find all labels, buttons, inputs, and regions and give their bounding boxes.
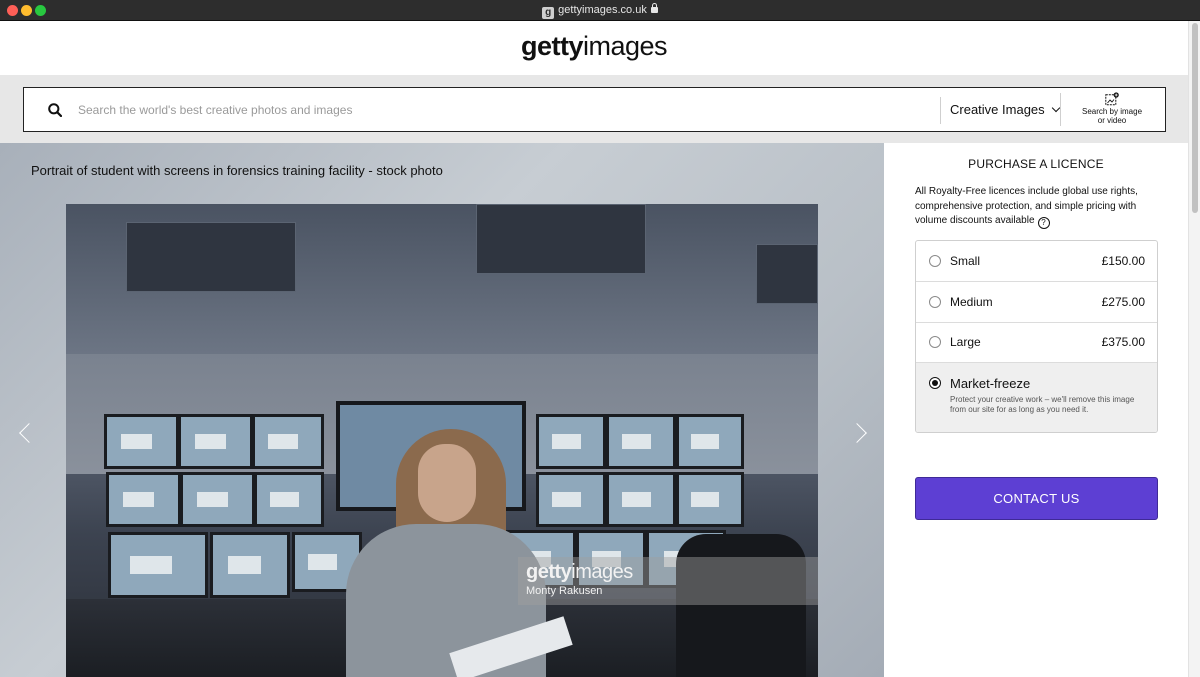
licence-option-market-freeze[interactable]: Market-freeze Protect your creative work… <box>916 363 1157 432</box>
search-bar: Creative Images Search by image or video <box>23 87 1166 132</box>
page-scrollbar[interactable] <box>1188 21 1200 677</box>
licence-option-medium[interactable]: Medium £275.00 <box>916 282 1157 323</box>
licence-description: All Royalty-Free licences include global… <box>915 186 1138 229</box>
lock-icon <box>650 3 658 13</box>
monitor <box>676 472 744 527</box>
licence-label: Small <box>950 254 981 268</box>
radio-button[interactable] <box>929 296 941 308</box>
radio-button[interactable] <box>929 336 941 348</box>
search-by-image-sublabel: or video <box>1097 116 1127 125</box>
monitor <box>676 414 744 469</box>
market-freeze-description: Protect your creative work – we'll remov… <box>950 395 1135 414</box>
previous-image-arrow-icon[interactable] <box>19 423 39 443</box>
watermark-logo: gettyimages <box>526 561 633 583</box>
search-input[interactable] <box>78 98 928 122</box>
monitor <box>104 414 179 469</box>
search-icon[interactable] <box>48 103 62 117</box>
site-header: gettyimages <box>0 21 1188 75</box>
monitor <box>536 414 606 469</box>
getty-favicon-icon: g <box>542 7 555 19</box>
address-bar[interactable]: g gettyimages.co.uk <box>0 3 1200 19</box>
radio-button-selected[interactable] <box>929 377 941 389</box>
monitor <box>252 414 324 469</box>
search-divider <box>940 97 941 124</box>
image-viewer: Portrait of student with screens in fore… <box>0 143 884 677</box>
licence-option-large[interactable]: Large £375.00 <box>916 322 1157 363</box>
next-image-arrow-icon[interactable] <box>847 423 867 443</box>
gettyimages-logo[interactable]: gettyimages <box>521 31 668 62</box>
search-by-image-label: Search by image <box>1081 107 1143 116</box>
licence-price: £275.00 <box>1101 295 1145 309</box>
photo-chair <box>676 534 806 677</box>
licence-options: Small £150.00 Medium £275.00 Large £375.… <box>915 240 1158 433</box>
page: gettyimages Creative Images <box>0 21 1188 677</box>
ceiling-vent <box>476 204 646 274</box>
contact-us-button[interactable]: CONTACT US <box>915 477 1158 520</box>
help-icon[interactable]: ? <box>1037 217 1050 229</box>
getty-watermark: gettyimages Monty Rakusen <box>518 557 818 605</box>
photographer-credit: Monty Rakusen <box>526 585 603 597</box>
monitor <box>606 414 676 469</box>
monitor <box>178 414 253 469</box>
licence-label: Market-freeze <box>950 376 1031 391</box>
licence-label: Medium <box>950 295 993 309</box>
url-text: gettyimages.co.uk <box>558 4 647 16</box>
ceiling-vent <box>126 222 296 292</box>
monitor <box>254 472 324 527</box>
purchase-title: PURCHASE A LICENCE <box>968 157 1104 171</box>
chevron-down-icon <box>1051 103 1060 113</box>
image-search-icon <box>1105 92 1119 106</box>
image-title: Portrait of student with screens in fore… <box>31 163 443 178</box>
monitor <box>180 472 255 527</box>
licence-price: £375.00 <box>1101 335 1145 349</box>
scrollbar-thumb[interactable] <box>1192 23 1198 213</box>
search-band: Creative Images Search by image or video <box>0 75 1188 143</box>
person-face <box>418 444 476 522</box>
search-divider <box>1060 93 1061 126</box>
search-by-image-button[interactable]: Search by image or video <box>1064 92 1160 128</box>
purchase-panel: PURCHASE A LICENCE All Royalty-Free lice… <box>884 143 1188 677</box>
monitor <box>606 472 676 527</box>
monitor <box>108 532 208 598</box>
radio-button[interactable] <box>929 255 941 267</box>
licence-price: £150.00 <box>1101 254 1145 268</box>
stock-photo[interactable]: gettyimages Monty Rakusen <box>66 204 818 677</box>
licence-option-small[interactable]: Small £150.00 <box>916 241 1157 282</box>
monitor <box>536 472 606 527</box>
image-type-label: Creative Images <box>950 102 1045 117</box>
image-type-dropdown[interactable]: Creative Images <box>950 88 1060 131</box>
monitor <box>106 472 181 527</box>
browser-titlebar: g gettyimages.co.uk <box>0 0 1200 21</box>
ceiling-vent <box>756 244 818 304</box>
licence-label: Large <box>950 335 981 349</box>
monitor <box>210 532 290 598</box>
